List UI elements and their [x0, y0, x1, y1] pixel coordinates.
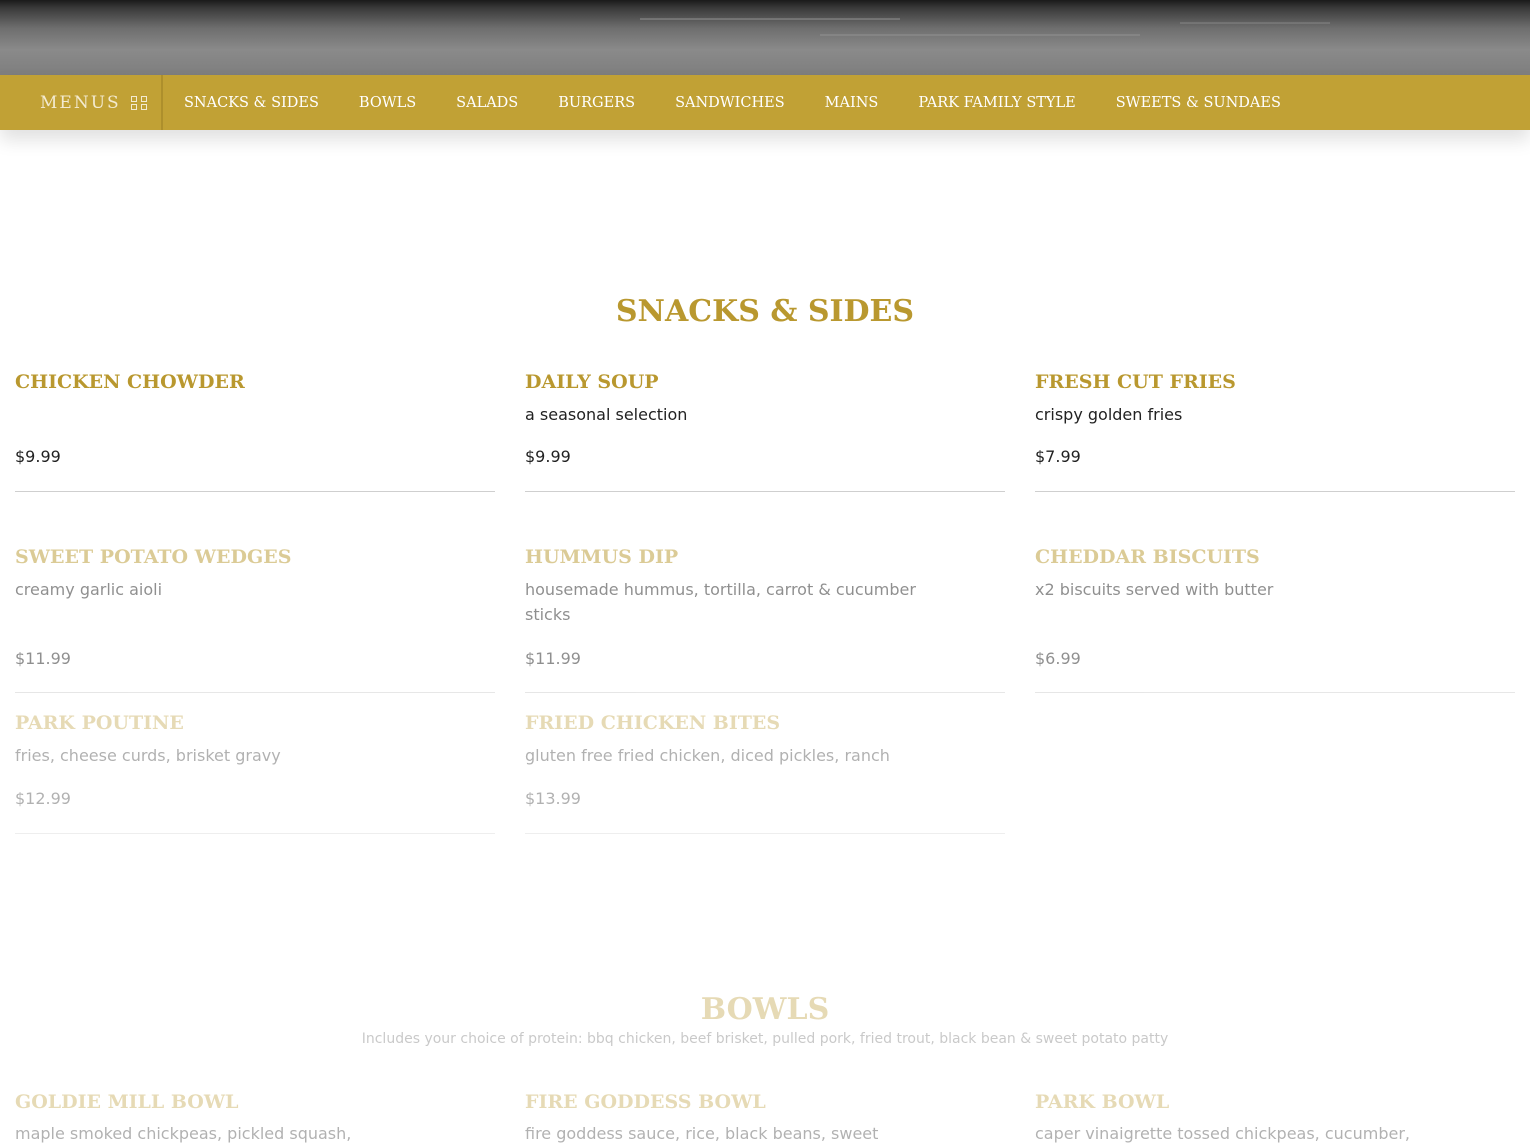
- item-price: $9.99: [525, 447, 571, 466]
- item-divider: [1035, 491, 1515, 492]
- item-price: $11.99: [525, 649, 581, 668]
- item-price: $13.99: [525, 789, 581, 808]
- item-description: fries, cheese curds, brisket gravy: [15, 746, 281, 765]
- hero-banner-image: [0, 0, 1530, 75]
- item-name: CHICKEN CHOWDER: [15, 371, 245, 393]
- item-description: housemade hummus, tortilla, carrot & cuc…: [525, 580, 916, 624]
- nav-link-burgers[interactable]: BURGERS: [558, 95, 635, 111]
- item-name: PARK POUTINE: [15, 712, 184, 734]
- item-name: PARK BOWL: [1035, 1091, 1170, 1113]
- item-price: $6.99: [1035, 649, 1081, 668]
- nav-link-sweets-sundaes[interactable]: SWEETS & SUNDAES: [1116, 95, 1281, 111]
- item-divider: [15, 692, 495, 693]
- menu-item: PARK POUTINE fries, cheese curds, briske…: [15, 711, 495, 836]
- menu-item: FIRE GODDESS BOWL fire goddess sauce, ri…: [525, 1090, 1005, 1146]
- item-description: x2 biscuits served with butter: [1035, 580, 1274, 599]
- menu-item: SWEET POTATO WEDGES creamy garlic aioli …: [15, 545, 495, 695]
- menus-label: MENUS: [40, 92, 121, 113]
- item-name: HUMMUS DIP: [525, 546, 679, 568]
- item-description: crispy golden fries: [1035, 405, 1183, 424]
- menu-navbar: MENUS SNACKS & SIDES BOWLS SALADS BURGER…: [0, 75, 1530, 130]
- item-price: $9.99: [15, 447, 61, 466]
- nav-link-park-family-style[interactable]: PARK FAMILY STYLE: [918, 95, 1075, 111]
- item-description: gluten free fried chicken, diced pickles…: [525, 746, 890, 765]
- item-description: fire goddess sauce, rice, black beans, s…: [525, 1124, 879, 1143]
- item-divider: [1035, 692, 1515, 693]
- item-price: $11.99: [15, 649, 71, 668]
- menu-item: CHEDDAR BISCUITS x2 biscuits served with…: [1035, 545, 1515, 695]
- item-divider: [525, 833, 1005, 834]
- item-description: creamy garlic aioli: [15, 580, 163, 599]
- grid-icon: [130, 95, 147, 110]
- item-name: GOLDIE MILL BOWL: [15, 1091, 239, 1113]
- nav-link-mains[interactable]: MAINS: [825, 95, 879, 111]
- item-divider: [15, 833, 495, 834]
- menu-item: GOLDIE MILL BOWL maple smoked chickpeas,…: [15, 1090, 495, 1146]
- item-divider: [15, 491, 495, 492]
- section-title-bowls: BOWLS: [700, 992, 830, 1027]
- item-name: FRESH CUT FRIES: [1035, 371, 1236, 393]
- menu-item: DAILY SOUP a seasonal selection $9.99: [525, 370, 1005, 493]
- item-price: $12.99: [15, 789, 71, 808]
- menu-item: PARK BOWL caper vinaigrette tossed chick…: [1035, 1090, 1515, 1146]
- nav-link-sandwiches[interactable]: SANDWICHES: [675, 95, 785, 111]
- item-name: CHEDDAR BISCUITS: [1035, 546, 1260, 568]
- menu-category-links: SNACKS & SIDES BOWLS SALADS BURGERS SAND…: [163, 95, 1321, 111]
- menus-toggle-button[interactable]: MENUS: [0, 75, 163, 130]
- item-name: DAILY SOUP: [525, 371, 659, 393]
- item-description: maple smoked chickpeas, pickled squash,: [15, 1124, 352, 1143]
- item-name: SWEET POTATO WEDGES: [15, 546, 292, 568]
- nav-link-salads[interactable]: SALADS: [456, 95, 518, 111]
- menu-item: FRESH CUT FRIES crispy golden fries $7.9…: [1035, 370, 1515, 493]
- item-divider: [525, 491, 1005, 492]
- item-name: FIRE GODDESS BOWL: [525, 1091, 766, 1113]
- section-subtitle-bowls: Includes your choice of protein: bbq chi…: [361, 1031, 1169, 1047]
- item-divider: [525, 692, 1005, 693]
- menu-item: HUMMUS DIP housemade hummus, tortilla, c…: [525, 545, 1005, 695]
- item-description: a seasonal selection: [525, 405, 688, 424]
- item-description: caper vinaigrette tossed chickpeas, cucu…: [1035, 1124, 1410, 1143]
- menu-item: FRIED CHICKEN BITES gluten free fried ch…: [525, 711, 1005, 836]
- item-name: FRIED CHICKEN BITES: [525, 712, 781, 734]
- nav-link-snacks-sides[interactable]: SNACKS & SIDES: [184, 95, 319, 111]
- nav-link-bowls[interactable]: BOWLS: [359, 95, 416, 111]
- item-price: $7.99: [1035, 447, 1081, 466]
- section-title-snacks-sides: SNACKS & SIDES: [615, 294, 915, 329]
- menu-item: CHICKEN CHOWDER $9.99: [15, 370, 495, 493]
